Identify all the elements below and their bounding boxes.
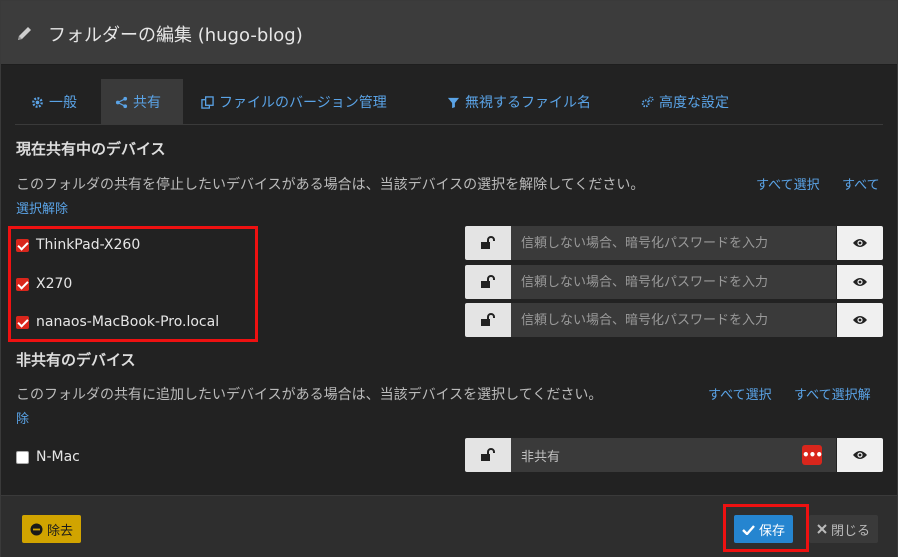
encryption-password-input[interactable]	[511, 303, 836, 337]
tab-ignore-patterns[interactable]: 無視するファイル名	[447, 79, 591, 125]
show-password-button[interactable]	[837, 438, 883, 472]
unlock-icon	[481, 313, 495, 326]
password-manager-icon[interactable]: •••	[802, 445, 823, 465]
encryption-password-input[interactable]: 非共有 •••	[511, 438, 836, 472]
modal-footer: 除去 保存 閉じる	[1, 495, 897, 557]
minus-circle-icon	[30, 523, 43, 535]
device-name: N-Mac	[36, 449, 80, 465]
encryption-password-input[interactable]	[511, 265, 836, 299]
shared-deselect-all-link[interactable]: すべて	[842, 174, 880, 193]
unlock-icon	[481, 275, 495, 288]
password-group-thinkpad	[465, 226, 883, 260]
modal-body: 一般 共有 ファイルのバージョン管理 無視するファイル名 高度な設定 現在共有中…	[1, 65, 897, 495]
highlight-box-save	[723, 504, 809, 552]
filter-icon	[447, 97, 460, 108]
shared-devices-title: 現在共有中のデバイス	[16, 140, 166, 158]
lock-toggle-button[interactable]	[465, 438, 511, 472]
gears-icon	[641, 95, 654, 107]
share-icon	[115, 96, 128, 108]
unshared-deselect-all-link[interactable]: すべて選択解	[794, 384, 871, 403]
unshared-devices-help: このフォルダの共有に追加したいデバイスがある場合は、当該デバイスを選択してくださ…	[16, 387, 603, 403]
eye-icon	[853, 239, 867, 247]
lock-toggle-button[interactable]	[465, 265, 511, 299]
password-field[interactable]	[521, 235, 836, 251]
tab-general[interactable]: 一般	[31, 79, 77, 125]
eye-icon	[853, 451, 867, 459]
shared-deselect-all-link-wrap[interactable]: 選択解除	[16, 198, 68, 217]
close-button-label: 閉じる	[831, 523, 871, 539]
tab-label: 高度な設定	[659, 95, 729, 111]
unshared-devices-title: 非共有のデバイス	[16, 351, 136, 369]
password-group-x270	[465, 265, 883, 299]
tab-label: 共有	[133, 95, 161, 111]
gear-icon	[32, 96, 43, 108]
password-field-value: 非共有	[521, 449, 561, 465]
eye-icon	[853, 316, 867, 324]
close-icon	[817, 524, 827, 534]
password-field[interactable]	[521, 312, 836, 328]
show-password-button[interactable]	[837, 265, 883, 299]
tab-bar: 一般 共有 ファイルのバージョン管理 無視するファイル名 高度な設定	[15, 79, 883, 125]
tab-sharing[interactable]: 共有	[101, 79, 183, 125]
device-checkbox[interactable]	[16, 450, 29, 464]
tab-label: 無視するファイル名	[465, 95, 591, 111]
copy-icon	[201, 95, 214, 109]
tab-label: ファイルのバージョン管理	[219, 95, 387, 111]
tab-advanced[interactable]: 高度な設定	[641, 79, 729, 125]
unlock-icon	[481, 448, 495, 461]
encryption-password-input[interactable]	[511, 226, 836, 260]
modal-header: フォルダーの編集 (hugo-blog)	[1, 1, 897, 65]
unlock-icon	[481, 236, 495, 249]
pencil-icon	[18, 27, 31, 40]
password-field[interactable]	[521, 274, 836, 290]
password-group-macbook	[465, 303, 883, 337]
unshared-deselect-all-link-wrap[interactable]: 除	[16, 408, 29, 427]
device-row-n-mac[interactable]: N-Mac	[16, 449, 80, 465]
password-group-n-mac: 非共有 •••	[465, 438, 883, 472]
highlight-box-shared-devices	[8, 226, 258, 342]
tab-label: 一般	[49, 95, 77, 111]
remove-button[interactable]: 除去	[22, 515, 82, 543]
tab-file-versioning[interactable]: ファイルのバージョン管理	[201, 79, 387, 125]
eye-icon	[853, 278, 867, 286]
remove-button-label: 除去	[47, 523, 74, 539]
show-password-button[interactable]	[837, 226, 883, 260]
lock-toggle-button[interactable]	[465, 303, 511, 337]
edit-folder-modal: フォルダーの編集 (hugo-blog) 一般 共有 ファイルのバージョン管理 …	[0, 0, 898, 557]
shared-select-all-link[interactable]: すべて選択	[756, 174, 820, 193]
close-button[interactable]: 閉じる	[809, 515, 879, 543]
show-password-button[interactable]	[837, 303, 883, 337]
shared-devices-help: このフォルダの共有を停止したいデバイスがある場合は、当該デバイスの選択を解除して…	[16, 177, 645, 193]
unshared-select-all-link[interactable]: すべて選択	[708, 384, 772, 403]
lock-toggle-button[interactable]	[465, 226, 511, 260]
modal-title: フォルダーの編集 (hugo-blog)	[48, 25, 303, 46]
